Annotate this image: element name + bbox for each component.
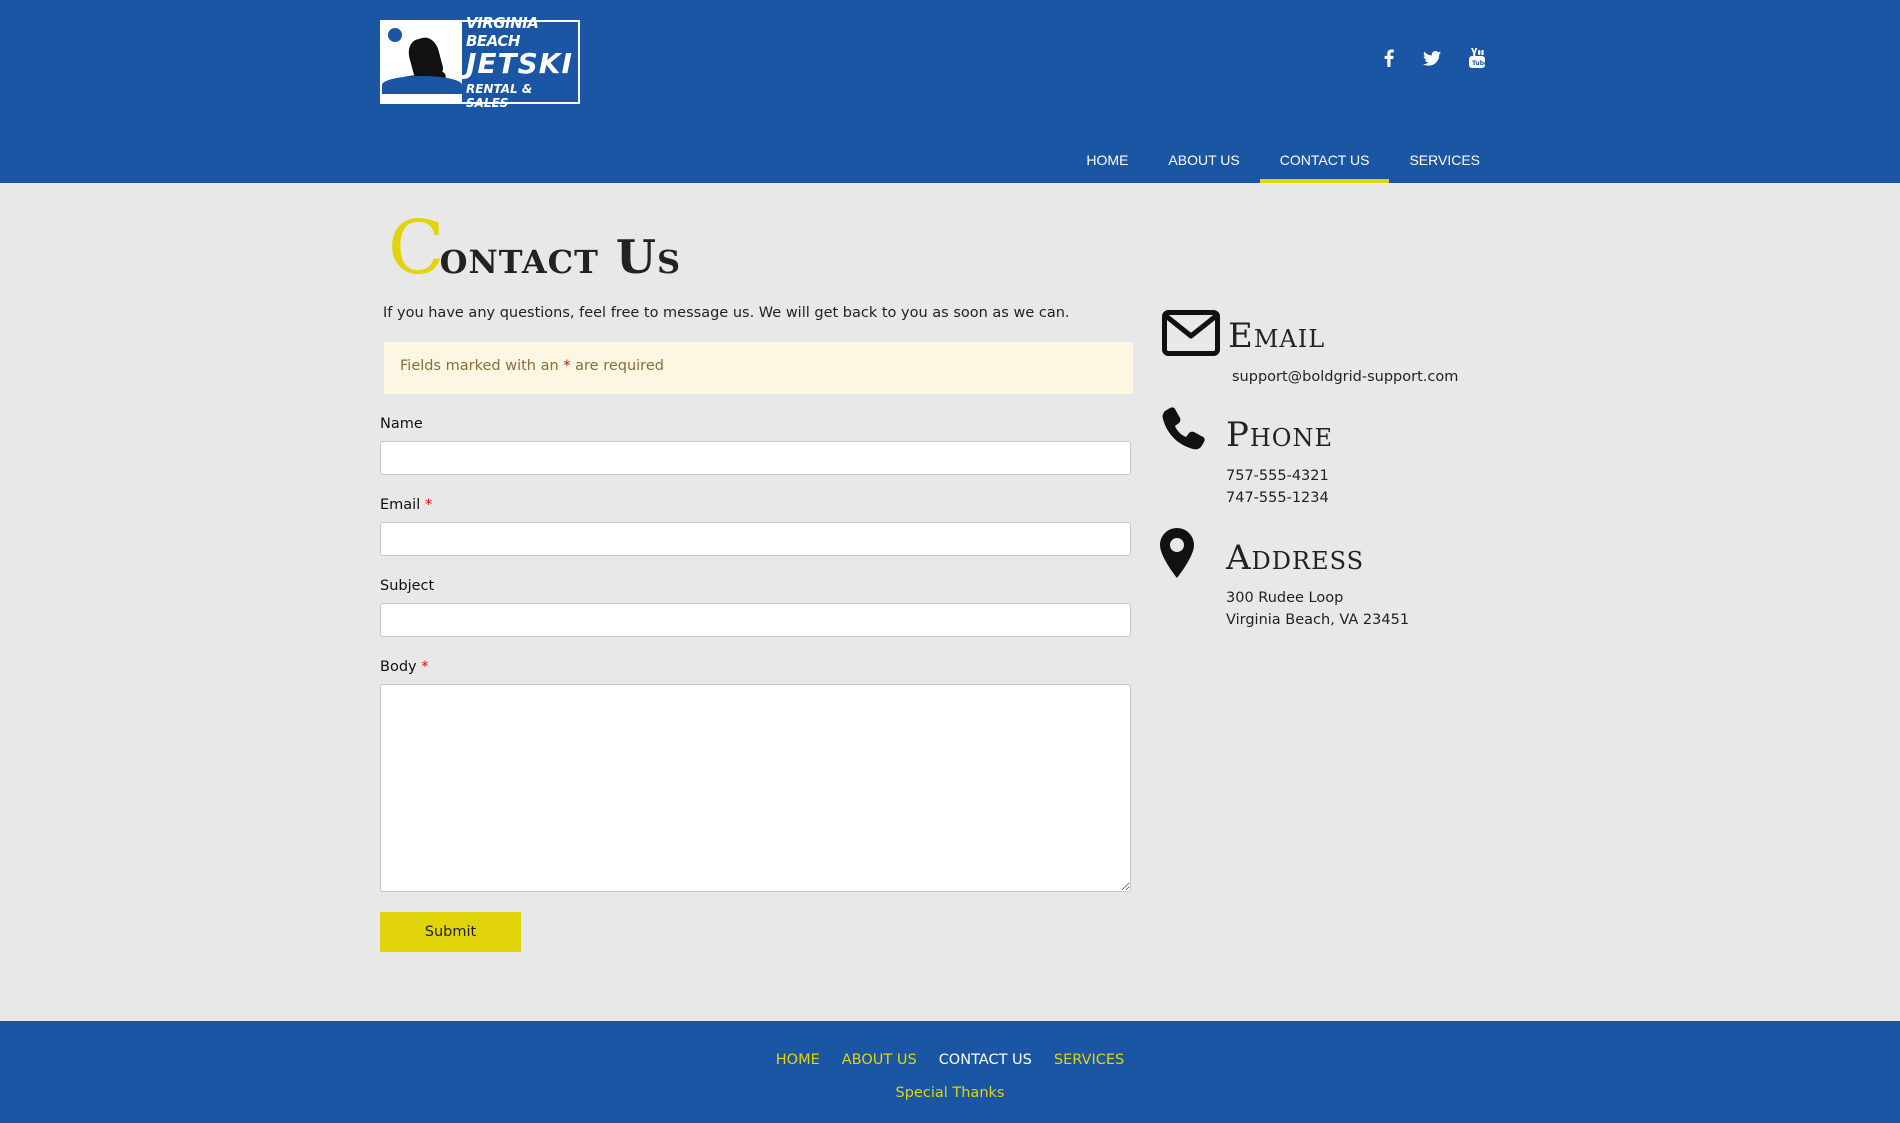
- svg-text:Tube: Tube: [1472, 60, 1485, 67]
- logo-line-2: JETSKI: [466, 47, 573, 80]
- body-textarea[interactable]: [380, 684, 1131, 892]
- site-footer: HOME ABOUT US CONTACT US SERVICES Specia…: [0, 1021, 1900, 1123]
- email-heading: Email: [1228, 316, 1326, 356]
- email-required-asterisk: *: [424, 497, 433, 513]
- address-line-2: Virginia Beach, VA 23451: [1226, 612, 1410, 628]
- required-fields-notice: Fields marked with an * are required: [384, 342, 1133, 394]
- body-required-asterisk: *: [421, 659, 429, 675]
- email-label-text: Email: [380, 497, 421, 513]
- page-title: Contact Us: [388, 205, 681, 291]
- phone-heading: Phone: [1226, 415, 1334, 455]
- name-label: Name: [380, 416, 423, 432]
- nav-item-services[interactable]: SERVICES: [1389, 140, 1500, 183]
- footer-link-special-thanks[interactable]: Special Thanks: [0, 1085, 1900, 1101]
- body-label: Body *: [380, 659, 428, 675]
- page-title-rest: ontact Us: [439, 230, 682, 284]
- notice-text-after: are required: [570, 358, 664, 374]
- nav-item-home[interactable]: HOME: [1066, 140, 1148, 183]
- nav-item-about-us[interactable]: ABOUT US: [1148, 140, 1259, 183]
- footer-link-contact-us[interactable]: CONTACT US: [928, 1052, 1043, 1068]
- logo-text: VIRGINIA BEACH JETSKI RENTAL & SALES: [462, 14, 578, 110]
- youtube-icon[interactable]: Tube: [1465, 46, 1489, 70]
- phone-icon: [1160, 406, 1206, 456]
- email-field[interactable]: [380, 522, 1131, 556]
- nav-item-contact-us[interactable]: CONTACT US: [1259, 140, 1390, 183]
- main-nav: HOME ABOUT US CONTACT US SERVICES: [1066, 140, 1500, 183]
- required-asterisk: *: [563, 358, 571, 374]
- footer-link-home[interactable]: HOME: [765, 1052, 831, 1068]
- jetski-rider-logo-image: [382, 22, 462, 102]
- logo-line-3: RENTAL & SALES: [466, 82, 533, 110]
- page-title-initial: C: [388, 205, 446, 291]
- site-logo[interactable]: VIRGINIA BEACH JETSKI RENTAL & SALES: [380, 14, 580, 110]
- footer-link-services[interactable]: SERVICES: [1043, 1052, 1135, 1068]
- subject-field[interactable]: [380, 603, 1131, 637]
- phone-number-1[interactable]: 757-555-4321: [1226, 468, 1329, 484]
- intro-text: If you have any questions, feel free to …: [383, 305, 1070, 321]
- notice-text-before: Fields marked with an: [400, 358, 564, 374]
- address-line-1: 300 Rudee Loop: [1226, 590, 1344, 606]
- envelope-icon: [1162, 310, 1220, 360]
- twitter-icon[interactable]: [1420, 46, 1444, 70]
- phone-number-2[interactable]: 747-555-1234: [1226, 490, 1329, 506]
- site-header: VIRGINIA BEACH JETSKI RENTAL & SALES Tub…: [0, 0, 1900, 183]
- submit-button[interactable]: Submit: [380, 912, 521, 952]
- email-label: Email *: [380, 497, 432, 513]
- footer-link-about-us[interactable]: ABOUT US: [831, 1052, 928, 1068]
- footer-nav: HOME ABOUT US CONTACT US SERVICES: [0, 1052, 1900, 1068]
- facebook-icon[interactable]: [1377, 46, 1401, 70]
- body-label-text: Body: [380, 659, 417, 675]
- logo-line-1: VIRGINIA BEACH: [466, 14, 539, 50]
- support-email[interactable]: support@boldgrid-support.com: [1232, 369, 1458, 385]
- map-pin-icon: [1160, 528, 1194, 582]
- address-heading: Address: [1226, 538, 1365, 578]
- subject-label: Subject: [380, 578, 435, 594]
- name-field[interactable]: [380, 441, 1131, 475]
